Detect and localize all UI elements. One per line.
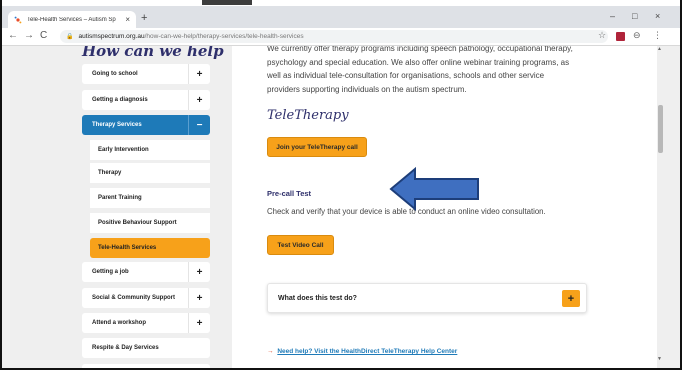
arrow-right-icon: → [267,348,274,355]
address-bar-row: ← → C 🔒 autismspectrum.org.au/how-can-we… [2,28,680,46]
annotation-arrow-icon [389,166,479,212]
sidebar-item-going-to-school[interactable]: Going to school + [82,64,210,84]
sidebar-item-attend-a-workshop[interactable]: Attend a workshop + [82,313,210,333]
extension-icon[interactable] [616,32,625,41]
collapse-icon[interactable]: − [188,115,210,135]
bookmark-star-icon[interactable]: ☆ [598,30,606,41]
page-scrollbar[interactable]: ▲ ▼ [657,46,680,368]
sidebar-item-therapy-services[interactable]: Therapy Services − [82,115,210,135]
expand-icon[interactable]: + [188,64,210,84]
browser-menu-icon[interactable]: ⋮ [653,30,662,41]
url-domain: autismspectrum.org.au [78,33,145,40]
browser-tab[interactable]: Tele-Health Services – Autism Sp × [8,11,136,28]
favicon-icon [14,16,22,23]
accordion-expand-icon[interactable]: + [562,290,580,307]
top-strip-dark [202,0,252,5]
intro-line: well as individual tele-consultation for… [267,71,545,80]
scroll-down-icon[interactable]: ▼ [657,356,662,362]
sidebar-item-label: Attend a workshop [92,320,147,326]
sidebar-item-label: Going to school [92,71,138,77]
sidebar-subitem-early-intervention[interactable]: Early Intervention [90,140,210,160]
test-video-call-button[interactable]: Test Video Call [267,235,334,255]
sidebar-item-label: Respite & Day Services [92,345,159,351]
expand-icon[interactable]: + [188,90,210,110]
sidebar-item-label: Therapy Services [92,122,142,128]
sidebar-subitem-parent-training[interactable]: Parent Training [90,188,210,208]
profile-icon[interactable]: ⊖ [633,30,641,41]
expand-icon[interactable]: + [188,262,210,282]
sidebar-item-label: Getting a job [92,269,129,275]
browser-tab-bar: Tele-Health Services – Autism Sp × + – □… [2,6,680,28]
intro-line: We currently offer therapy programs incl… [267,46,573,53]
sidebar-item-label: Getting a diagnosis [92,97,148,103]
sidebar-item-partial[interactable] [82,364,210,368]
tab-close-icon[interactable]: × [125,15,130,24]
lock-icon: 🔒 [66,34,74,40]
help-link-row: → Need help? Visit the HealthDirect Tele… [267,348,457,355]
sidebar-heading: How can we help [82,46,224,60]
minimize-icon[interactable]: – [610,11,615,21]
sidebar-item-getting-a-job[interactable]: Getting a job + [82,262,210,282]
screenshot-frame: Tele-Health Services – Autism Sp × + – □… [0,0,682,370]
sidebar-item-label: Social & Community Support [92,295,176,301]
intro-line: psychology and special education. We als… [267,57,570,67]
url-path: /how-can-we-help/therapy-services/tele-h… [144,33,304,40]
forward-icon[interactable]: → [24,30,34,41]
sidebar-item-respite-day-services[interactable]: Respite & Day Services [82,338,210,358]
reload-icon[interactable]: C [40,30,47,41]
accordion-label: What does this test do? [278,294,357,302]
sidebar-subitem-positive-behaviour-support[interactable]: Positive Behaviour Support [90,213,210,233]
intro-line: providers supporting individuals on the … [267,84,467,94]
expand-icon[interactable]: + [188,288,210,308]
page-content: How can we help Going to school + Gettin… [2,46,680,368]
intro-paragraph: We currently offer therapy programs incl… [267,46,652,96]
precall-test-title: Pre-call Test [267,189,312,198]
tab-title: Tele-Health Services – Autism Sp [27,16,116,23]
test-info-accordion[interactable]: What does this test do? + [267,283,587,313]
sidebar-item-social-community-support[interactable]: Social & Community Support + [82,288,210,308]
expand-icon[interactable]: + [188,313,210,333]
maximize-icon[interactable]: □ [632,11,637,21]
sidebar-subitem-therapy[interactable]: Therapy [90,163,210,183]
scroll-up-icon[interactable]: ▲ [657,46,662,52]
teletherapy-title: TeleTherapy [267,108,349,123]
scroll-thumb[interactable] [658,105,663,153]
new-tab-icon[interactable]: + [141,12,147,24]
join-teletherapy-button[interactable]: Join your TeleTherapy call [267,137,367,157]
sidebar-item-getting-a-diagnosis[interactable]: Getting a diagnosis + [82,90,210,110]
help-center-link[interactable]: Need help? Visit the HealthDirect TeleTh… [277,348,457,355]
back-icon[interactable]: ← [8,30,18,41]
url-input[interactable]: 🔒 autismspectrum.org.au/how-can-we-help/… [60,30,608,43]
sidebar-subitem-tele-health-services[interactable]: Tele-Health Services [90,238,210,258]
window-close-icon[interactable]: × [655,11,660,21]
